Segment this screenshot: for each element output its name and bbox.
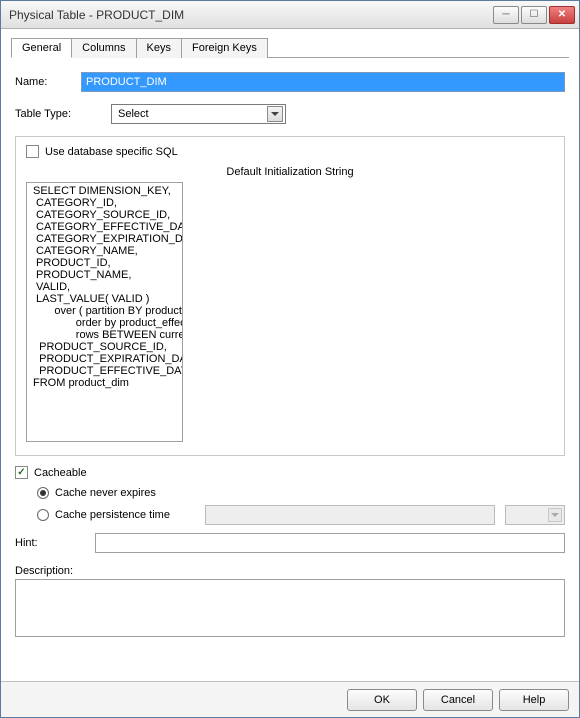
tab-page-general: Name: Table Type: Select Use database sp… bbox=[11, 58, 569, 641]
cache-persist-value-input bbox=[205, 505, 495, 525]
close-button[interactable]: ✕ bbox=[549, 6, 575, 24]
cache-persist-radio[interactable] bbox=[37, 509, 49, 521]
table-type-label: Table Type: bbox=[15, 108, 111, 120]
cache-persist-row: Cache persistence time bbox=[37, 505, 565, 525]
description-label: Description: bbox=[15, 565, 565, 577]
hint-input[interactable] bbox=[95, 533, 565, 553]
table-type-value: Select bbox=[118, 108, 149, 120]
use-db-sql-row: Use database specific SQL bbox=[26, 145, 554, 158]
use-db-sql-checkbox[interactable] bbox=[26, 145, 39, 158]
cacheable-checkbox[interactable] bbox=[15, 466, 28, 479]
tab-columns[interactable]: Columns bbox=[72, 38, 136, 58]
sql-group: Use database specific SQL Default Initia… bbox=[15, 136, 565, 456]
table-type-row: Table Type: Select bbox=[15, 104, 565, 124]
tab-general[interactable]: General bbox=[11, 38, 72, 58]
client-area: General Columns Keys Foreign Keys Name: … bbox=[1, 29, 579, 681]
tab-keys[interactable]: Keys bbox=[137, 38, 182, 58]
button-bar: OK Cancel Help bbox=[1, 681, 579, 717]
name-input[interactable] bbox=[81, 72, 565, 92]
description-textarea[interactable] bbox=[15, 579, 565, 637]
titlebar[interactable]: Physical Table - PRODUCT_DIM ─ ☐ ✕ bbox=[1, 1, 579, 29]
cache-persist-label: Cache persistence time bbox=[55, 509, 195, 521]
name-label: Name: bbox=[15, 76, 81, 88]
cache-never-label: Cache never expires bbox=[55, 487, 156, 499]
tab-foreign-keys[interactable]: Foreign Keys bbox=[182, 38, 268, 58]
help-button[interactable]: Help bbox=[499, 689, 569, 711]
sql-textarea[interactable] bbox=[26, 182, 183, 442]
tab-strip: General Columns Keys Foreign Keys bbox=[11, 37, 569, 58]
cache-group: Cacheable Cache never expires Cache pers… bbox=[15, 466, 565, 525]
hint-row: Hint: bbox=[15, 533, 565, 553]
description-section: Description: bbox=[15, 565, 565, 637]
cache-never-radio[interactable] bbox=[37, 487, 49, 499]
window-title: Physical Table - PRODUCT_DIM bbox=[9, 8, 493, 22]
chevron-down-icon bbox=[267, 106, 283, 122]
cancel-button[interactable]: Cancel bbox=[423, 689, 493, 711]
cacheable-row: Cacheable bbox=[15, 466, 565, 479]
chevron-down-icon bbox=[548, 508, 562, 522]
cache-persist-unit-select bbox=[505, 505, 565, 525]
window-controls: ─ ☐ ✕ bbox=[493, 6, 575, 24]
table-type-select[interactable]: Select bbox=[111, 104, 286, 124]
ok-button[interactable]: OK bbox=[347, 689, 417, 711]
init-string-label: Default Initialization String bbox=[26, 166, 554, 178]
cache-never-row: Cache never expires bbox=[37, 487, 565, 499]
name-row: Name: bbox=[15, 72, 565, 92]
cacheable-label: Cacheable bbox=[34, 467, 87, 479]
hint-label: Hint: bbox=[15, 537, 95, 549]
minimize-button[interactable]: ─ bbox=[493, 6, 519, 24]
maximize-button[interactable]: ☐ bbox=[521, 6, 547, 24]
use-db-sql-label: Use database specific SQL bbox=[45, 146, 178, 158]
